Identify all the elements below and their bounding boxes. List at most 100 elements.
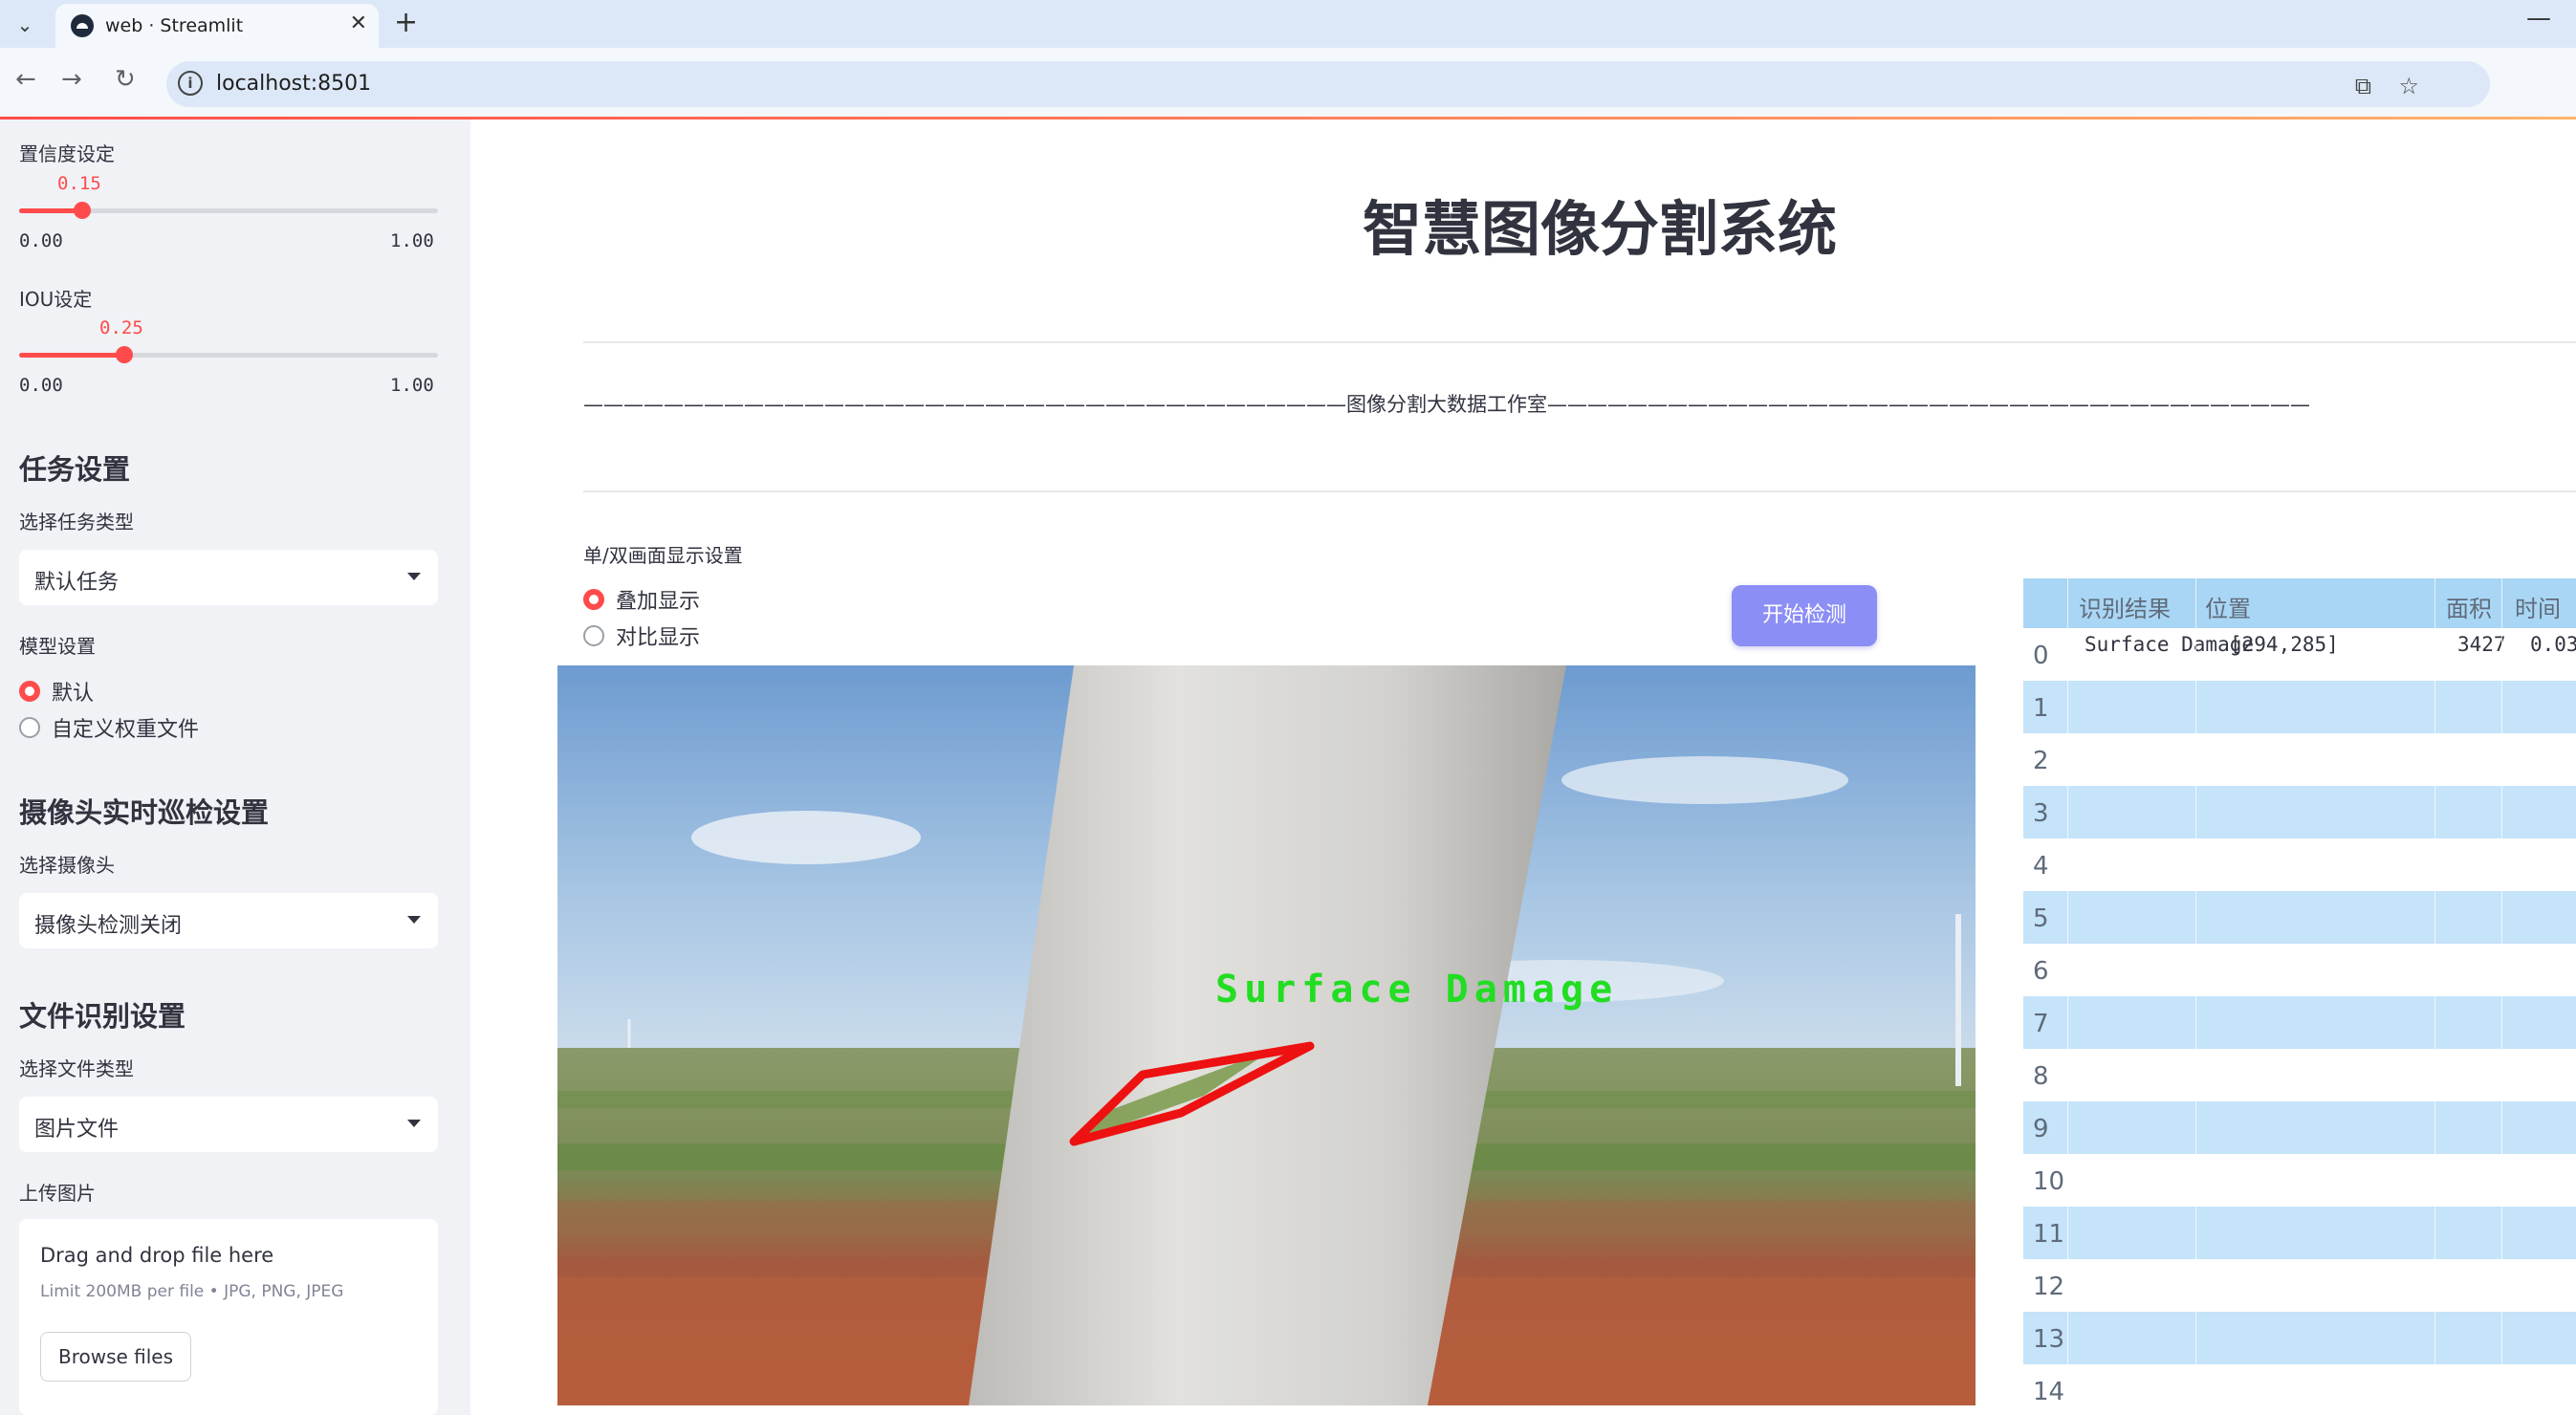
- model-option-custom[interactable]: 自定义权重文件: [19, 713, 199, 742]
- site-info-icon[interactable]: i: [178, 71, 203, 96]
- window-minimize-icon[interactable]: —: [2526, 4, 2551, 33]
- column-divider: [2067, 578, 2068, 1415]
- divider: [583, 490, 2576, 492]
- cell-position: [294,285]: [2230, 633, 2339, 656]
- browser-address-bar: ← → ↻ i localhost:8501 ⧉ ☆: [0, 48, 2576, 119]
- row-index: 2: [2033, 747, 2049, 775]
- reload-icon[interactable]: ↻: [115, 65, 136, 94]
- row-index: 11: [2033, 1220, 2065, 1249]
- row-index: 6: [2033, 957, 2049, 986]
- back-arrow-icon[interactable]: ←: [15, 65, 36, 94]
- file-type-select[interactable]: 图片文件: [19, 1097, 438, 1152]
- model-option-default[interactable]: 默认: [19, 677, 94, 706]
- radio-unselected-icon: [583, 625, 604, 646]
- results-table[interactable]: 识别结果 位置 面积 时间 0 Surface Damage [294,285] 34…: [2023, 578, 2576, 1415]
- row-index: 10: [2033, 1167, 2065, 1196]
- table-row[interactable]: 0 Surface Damage [294,285] 3427 0.03: [2023, 628, 2576, 681]
- browse-files-button[interactable]: Browse files: [40, 1332, 191, 1382]
- iou-label: IOU设定: [19, 288, 93, 311]
- cloud: [691, 811, 921, 864]
- file-type-value: 图片文件: [34, 1118, 120, 1142]
- table-row[interactable]: 6: [2023, 944, 2576, 996]
- iou-value: 0.25: [99, 317, 143, 338]
- row-index: 3: [2033, 799, 2049, 828]
- display-option-label: 对比显示: [616, 626, 701, 650]
- table-row[interactable]: 5: [2023, 891, 2576, 944]
- row-index: 9: [2033, 1115, 2049, 1143]
- new-tab-plus-icon[interactable]: +: [394, 6, 418, 39]
- table-row[interactable]: 7: [2023, 996, 2576, 1049]
- confidence-label: 置信度设定: [19, 142, 115, 165]
- column-header-result[interactable]: 识别结果: [2079, 590, 2171, 623]
- tab-list-chevron-icon[interactable]: ⌄: [8, 8, 42, 42]
- confidence-slider[interactable]: [19, 202, 438, 219]
- table-row[interactable]: 11: [2023, 1207, 2576, 1259]
- table-row[interactable]: 10: [2023, 1154, 2576, 1207]
- column-header-area[interactable]: 面积: [2446, 590, 2492, 623]
- forward-arrow-icon[interactable]: →: [61, 65, 82, 94]
- table-row[interactable]: 2: [2023, 733, 2576, 786]
- chevron-down-icon: [407, 1120, 421, 1127]
- file-dropzone[interactable]: Drag and drop file here Limit 200MB per …: [19, 1219, 438, 1415]
- streamlit-favicon-icon: [71, 14, 94, 37]
- main-content: 智慧图像分割系统 ———————————————————————————————…: [470, 120, 2576, 1415]
- column-divider: [2195, 578, 2196, 1415]
- column-divider: [2501, 578, 2502, 1415]
- display-mode-label: 单/双画面显示设置: [583, 544, 743, 567]
- table-row[interactable]: 14: [2023, 1364, 2576, 1415]
- table-row[interactable]: 13: [2023, 1312, 2576, 1364]
- url-field[interactable]: i localhost:8501 ⧉ ☆: [166, 61, 2490, 107]
- table-row[interactable]: 9: [2023, 1101, 2576, 1154]
- radio-selected-icon: [583, 589, 604, 610]
- table-row[interactable]: 4: [2023, 838, 2576, 891]
- damage-label: Surface Damage: [1215, 968, 1618, 1012]
- confidence-max: 1.00: [390, 230, 434, 251]
- column-divider: [2434, 578, 2435, 1415]
- table-row[interactable]: 3: [2023, 786, 2576, 838]
- chevron-down-icon: [407, 573, 421, 580]
- camera-value: 摄像头检测关闭: [34, 914, 183, 938]
- row-index: 4: [2033, 852, 2049, 881]
- row-index: 7: [2033, 1010, 2049, 1038]
- display-option-compare[interactable]: 对比显示: [583, 621, 700, 650]
- tab-close-icon[interactable]: ✕: [350, 11, 367, 35]
- row-index: 1: [2033, 694, 2049, 723]
- iou-slider[interactable]: [19, 346, 438, 363]
- table-row[interactable]: 12: [2023, 1259, 2576, 1312]
- confidence-min: 0.00: [19, 230, 63, 251]
- row-index: 12: [2033, 1273, 2065, 1301]
- model-label: 模型设置: [19, 635, 96, 658]
- upload-label: 上传图片: [19, 1182, 96, 1205]
- radio-selected-icon: [19, 681, 40, 702]
- divider: [583, 341, 2576, 343]
- task-type-select[interactable]: 默认任务: [19, 550, 438, 605]
- row-index: 13: [2033, 1325, 2065, 1354]
- cell-time: 0.03: [2530, 633, 2576, 656]
- display-option-overlay[interactable]: 叠加显示: [583, 585, 700, 614]
- camera-select[interactable]: 摄像头检测关闭: [19, 893, 438, 948]
- row-index: 8: [2033, 1062, 2049, 1091]
- camera-section-heading: 摄像头实时巡检设置: [19, 796, 270, 829]
- browser-tab-bar: ⌄ web · Streamlit ✕ + —: [0, 0, 2576, 48]
- chevron-down-icon: [407, 916, 421, 924]
- start-detection-button[interactable]: 开始检测: [1732, 585, 1877, 646]
- cell-result: Surface Damage: [2085, 633, 2255, 656]
- model-option-label: 默认: [52, 682, 95, 706]
- dropzone-title: Drag and drop file here: [40, 1244, 274, 1267]
- file-section-heading: 文件识别设置: [19, 1000, 186, 1033]
- cell-area: 3427: [2457, 633, 2506, 656]
- column-header-position[interactable]: 位置: [2205, 590, 2251, 623]
- url-text: localhost:8501: [216, 72, 372, 96]
- cloud: [1561, 756, 1848, 804]
- table-row[interactable]: 1: [2023, 681, 2576, 733]
- iou-slider-thumb[interactable]: [115, 346, 133, 363]
- browser-tab[interactable]: web · Streamlit ✕: [55, 4, 379, 48]
- iou-min: 0.00: [19, 375, 63, 396]
- task-type-label: 选择任务类型: [19, 511, 134, 533]
- confidence-slider-thumb[interactable]: [73, 202, 91, 219]
- row-index: 5: [2033, 904, 2049, 933]
- table-row[interactable]: 8: [2023, 1049, 2576, 1101]
- column-header-time[interactable]: 时间: [2515, 590, 2561, 623]
- translate-icon[interactable]: ⧉: [2355, 73, 2371, 99]
- bookmark-star-icon[interactable]: ☆: [2398, 73, 2419, 99]
